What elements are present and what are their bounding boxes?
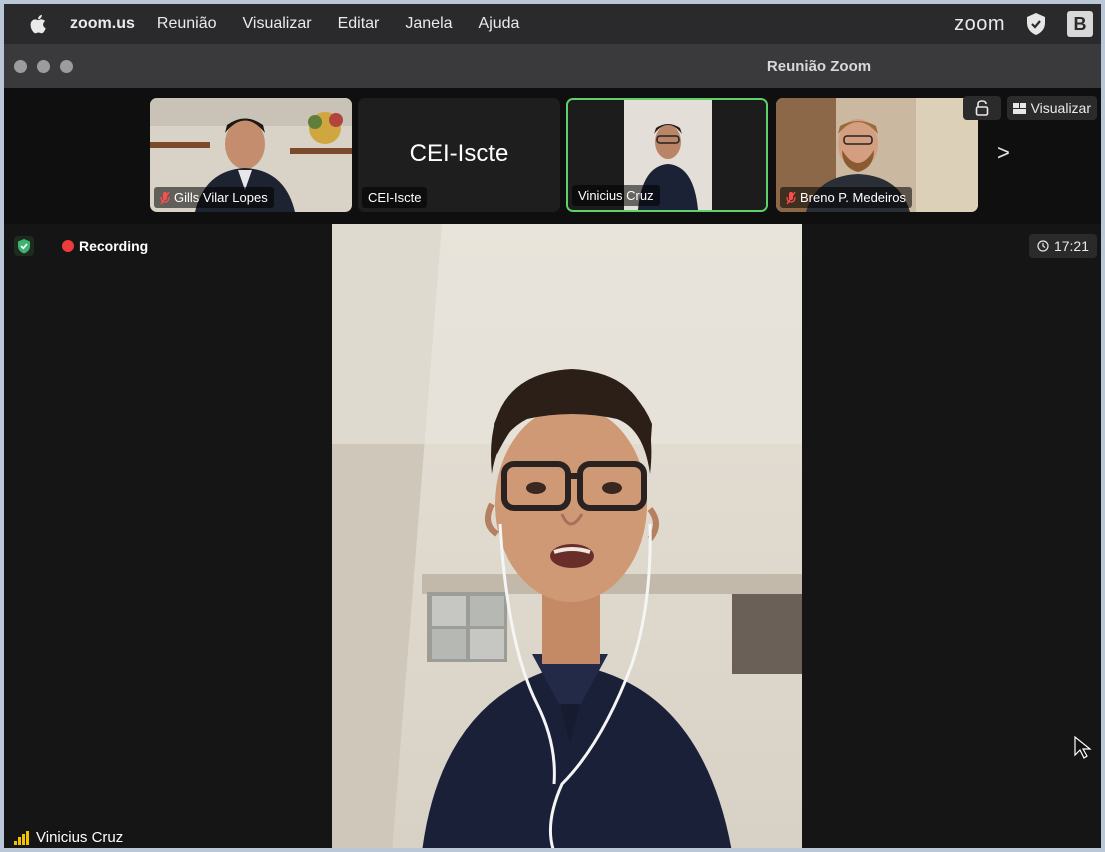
participant-tile-vinicius[interactable]: Vinicius Cruz <box>566 98 768 212</box>
grid-view-icon <box>1012 102 1026 114</box>
zoom-window-button[interactable] <box>60 59 73 73</box>
menu-item-janela[interactable]: Janela <box>405 15 452 33</box>
mouse-cursor-icon <box>1074 736 1092 759</box>
menu-bar-status-area: zoom B <box>954 11 1093 37</box>
view-controls: Visualizar <box>962 96 1097 120</box>
recording-indicator[interactable]: Recording <box>62 238 148 254</box>
active-speaker-name: Vinicius Cruz <box>36 829 124 846</box>
encryption-shield-icon[interactable] <box>14 236 34 256</box>
participant-name-badge: CEI-Iscte <box>362 187 428 208</box>
shield-check-icon[interactable] <box>1025 12 1047 36</box>
participant-tile-gills[interactable]: Gills Vilar Lopes <box>150 98 352 212</box>
menu-item-editar[interactable]: Editar <box>338 15 380 33</box>
minimize-window-button[interactable] <box>37 59 50 73</box>
active-speaker-video <box>332 224 802 848</box>
b-app-icon[interactable]: B <box>1067 11 1093 37</box>
zoom-screen: zoom.us Reunião Visualizar Editar Janela… <box>0 0 1105 852</box>
mic-muted-icon <box>160 191 170 204</box>
participant-strip: Gills Vilar Lopes CEI-Iscte CEI-Iscte Vi… <box>4 88 1101 224</box>
window-title-bar: Reunião Zoom <box>4 44 1101 88</box>
signal-bars-icon <box>14 830 29 845</box>
participant-tile-breno[interactable]: Breno P. Medeiros <box>776 98 978 212</box>
recording-dot-icon <box>62 240 74 252</box>
participant-placeholder-name: CEI-Iscte <box>409 140 509 167</box>
menu-item-visualizar[interactable]: Visualizar <box>243 15 312 33</box>
participant-name: CEI-Iscte <box>368 190 422 205</box>
participant-name-badge: Breno P. Medeiros <box>780 187 912 208</box>
participant-name: Gills Vilar Lopes <box>174 190 268 205</box>
clock-icon <box>1037 240 1049 252</box>
unlock-icon[interactable] <box>962 96 1001 120</box>
menu-app-name[interactable]: zoom.us <box>70 15 135 33</box>
next-page-chevron-icon[interactable]: > <box>997 140 1010 166</box>
window-controls <box>14 59 73 73</box>
timer-value: 17:21 <box>1053 238 1089 254</box>
menu-item-ajuda[interactable]: Ajuda <box>479 15 520 33</box>
recording-label: Recording <box>79 238 149 254</box>
view-button[interactable]: Visualizar <box>1006 96 1097 120</box>
speaker-video-frame <box>332 224 802 848</box>
participant-name-badge: Gills Vilar Lopes <box>154 187 274 208</box>
participant-name: Vinicius Cruz <box>578 188 654 203</box>
participant-name: Breno P. Medeiros <box>800 190 906 205</box>
view-button-label: Visualizar <box>1030 100 1091 116</box>
participant-name-badge: Vinicius Cruz <box>572 185 660 206</box>
meeting-timer: 17:21 <box>1028 234 1097 258</box>
close-window-button[interactable] <box>14 59 27 73</box>
menu-item-reuniao[interactable]: Reunião <box>157 15 217 33</box>
zoom-logo[interactable]: zoom <box>954 13 1005 36</box>
window-title: Reunião Zoom <box>766 57 872 75</box>
apple-icon[interactable] <box>28 13 50 35</box>
participant-tile-cei-iscte[interactable]: CEI-Iscte CEI-Iscte <box>358 98 560 212</box>
menu-bar: zoom.us Reunião Visualizar Editar Janela… <box>4 4 1101 44</box>
mic-muted-icon <box>786 191 796 204</box>
active-speaker-label: Vinicius Cruz <box>14 829 123 846</box>
main-meeting-area: Recording 17:21 Vinicius Cruz <box>4 224 1101 848</box>
